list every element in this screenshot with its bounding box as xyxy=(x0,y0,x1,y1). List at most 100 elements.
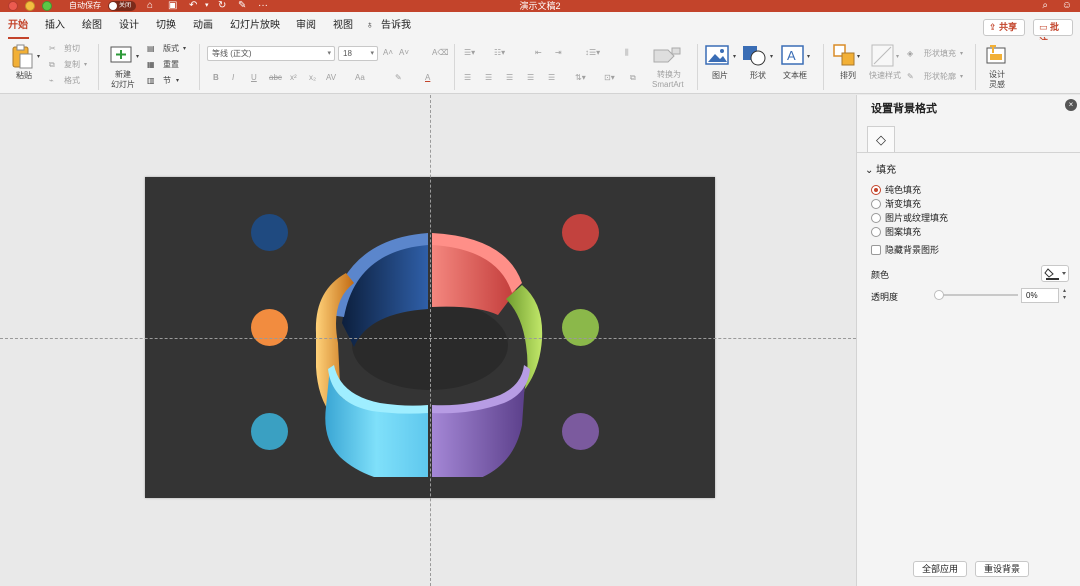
line-spacing-icon[interactable]: ↕☰▾ xyxy=(585,48,600,58)
feedback-icon[interactable]: ☺ xyxy=(1062,0,1072,12)
tab-review[interactable]: 审阅 xyxy=(296,20,316,32)
font-color-icon[interactable]: A xyxy=(425,73,430,83)
copy-button[interactable]: 复制 xyxy=(64,60,80,70)
tab-view[interactable]: 视图 xyxy=(333,20,353,32)
justify-icon[interactable]: ☰ xyxy=(527,73,534,83)
new-slide-dropdown-icon[interactable]: ▾ xyxy=(136,52,139,62)
smartart-label-1[interactable]: 转换为 xyxy=(657,70,681,80)
picture-dropdown-icon[interactable]: ▾ xyxy=(733,52,736,62)
clear-format-icon[interactable]: A⌫ xyxy=(432,48,449,58)
paste-icon[interactable] xyxy=(10,44,34,70)
shape-outline-dropdown-icon[interactable]: ▾ xyxy=(960,72,963,82)
shape-fill-button[interactable]: 形状填充 xyxy=(924,49,956,59)
tab-insert[interactable]: 插入 xyxy=(45,20,65,32)
shape-icon[interactable] xyxy=(742,44,768,66)
dot-orange[interactable] xyxy=(251,309,288,346)
smartart-icon[interactable]: ⧉ xyxy=(630,73,636,83)
change-case-button[interactable]: Aa xyxy=(355,73,365,83)
font-name-select[interactable]: 等线 (正文) ▾ xyxy=(207,46,335,61)
search-icon[interactable]: ⌕ xyxy=(1042,0,1048,12)
bullets-icon[interactable]: ☰▾ xyxy=(464,48,475,58)
transparency-slider[interactable] xyxy=(934,290,1018,300)
dot-navy[interactable] xyxy=(251,214,288,251)
textbox-dropdown-icon[interactable]: ▾ xyxy=(807,52,810,62)
dot-green[interactable] xyxy=(562,309,599,346)
dot-teal[interactable] xyxy=(251,413,288,450)
quick-styles-dropdown-icon[interactable]: ▾ xyxy=(896,52,899,62)
quick-styles-icon[interactable] xyxy=(871,44,895,68)
strikethrough-button[interactable]: abc xyxy=(269,73,282,83)
pattern-fill-radio[interactable] xyxy=(871,227,881,237)
align-left-icon[interactable]: ☰ xyxy=(464,73,471,83)
layout-dropdown-icon[interactable]: ▾ xyxy=(183,44,186,54)
tab-animations[interactable]: 动画 xyxy=(193,20,213,32)
horizontal-guide[interactable] xyxy=(0,338,856,339)
section-dropdown-icon[interactable]: ▾ xyxy=(176,76,179,86)
gradient-fill-label[interactable]: 渐变填充 xyxy=(885,199,921,209)
reset-background-button[interactable]: 重设背景 xyxy=(975,561,1029,577)
solid-fill-radio[interactable] xyxy=(871,185,881,195)
font-size-select[interactable]: 18 ▾ xyxy=(338,46,378,61)
picture-icon[interactable] xyxy=(705,44,731,66)
shape-fill-dropdown-icon[interactable]: ▾ xyxy=(960,49,963,59)
hide-bg-checkbox[interactable] xyxy=(871,245,881,255)
highlight-icon[interactable]: ✎ xyxy=(395,73,402,83)
apply-to-all-button[interactable]: 全部应用 xyxy=(913,561,967,577)
layout-button[interactable]: 版式 xyxy=(163,44,179,54)
convert-smartart-icon[interactable] xyxy=(652,46,682,66)
columns-icon[interactable]: ⫼ xyxy=(625,48,629,58)
tab-transitions[interactable]: 切换 xyxy=(156,20,176,32)
italic-button[interactable]: I xyxy=(232,73,234,83)
transparency-stepper[interactable]: ▴ ▾ xyxy=(1060,288,1069,303)
tab-draw[interactable]: 绘图 xyxy=(82,20,102,32)
align-right-icon[interactable]: ☰ xyxy=(506,73,513,83)
solid-fill-label[interactable]: 纯色填充 xyxy=(885,185,921,195)
tab-slideshow[interactable]: 幻灯片放映 xyxy=(230,20,280,32)
decrease-indent-icon[interactable]: ⇤ xyxy=(535,48,542,58)
picture-fill-label[interactable]: 图片或纹理填充 xyxy=(885,213,948,223)
new-slide-icon[interactable] xyxy=(110,44,134,64)
gradient-fill-radio[interactable] xyxy=(871,199,881,209)
smartart-label-2[interactable]: SmartArt xyxy=(652,80,684,90)
align-center-icon[interactable]: ☰ xyxy=(485,73,492,83)
picture-fill-radio[interactable] xyxy=(871,213,881,223)
section-button[interactable]: 节 xyxy=(163,76,171,86)
align-text-icon[interactable]: ⊡▾ xyxy=(604,73,615,83)
tab-tell-me[interactable]: 告诉我 xyxy=(381,20,411,32)
reset-button[interactable]: 重置 xyxy=(163,60,179,70)
distributed-icon[interactable]: ☰ xyxy=(548,73,555,83)
shrink-font-icon[interactable]: A˅ xyxy=(399,48,409,58)
close-icon[interactable]: × xyxy=(1065,99,1077,111)
subscript-button[interactable]: x₂ xyxy=(309,73,316,83)
tab-home[interactable]: 开始 xyxy=(8,20,28,32)
numbering-icon[interactable]: ☷▾ xyxy=(494,48,505,58)
textbox-icon[interactable]: A xyxy=(781,44,805,66)
color-picker-button[interactable] xyxy=(1041,265,1069,282)
slider-thumb[interactable] xyxy=(934,290,944,300)
designer-icon[interactable] xyxy=(985,44,1009,66)
format-painter-button[interactable]: 格式 xyxy=(64,76,80,86)
fill-section-header[interactable]: ⌄ 填充 xyxy=(865,161,896,176)
grow-font-icon[interactable]: A˄ xyxy=(383,48,393,58)
superscript-button[interactable]: x² xyxy=(290,73,297,83)
increase-indent-icon[interactable]: ⇥ xyxy=(555,48,562,58)
tab-design[interactable]: 设计 xyxy=(119,20,139,32)
char-spacing-icon[interactable]: AV xyxy=(326,73,336,83)
hide-bg-label[interactable]: 隐藏背景图形 xyxy=(885,245,939,255)
arrange-icon[interactable] xyxy=(833,44,857,66)
paste-dropdown-icon[interactable]: ▾ xyxy=(37,52,40,62)
shape-dropdown-icon[interactable]: ▾ xyxy=(770,52,773,62)
copy-dropdown-icon[interactable]: ▾ xyxy=(84,60,87,70)
shape-outline-button[interactable]: 形状轮廓 xyxy=(924,72,956,82)
cut-button[interactable]: 剪切 xyxy=(64,44,80,54)
pattern-fill-label[interactable]: 图案填充 xyxy=(885,227,921,237)
fill-bucket-icon[interactable]: ◇ xyxy=(867,126,895,152)
comment-button[interactable]: ▭ 批注 xyxy=(1033,19,1073,47)
text-direction-icon[interactable]: ⇅▾ xyxy=(575,73,586,83)
share-button[interactable]: ⇪ 共享 xyxy=(983,19,1025,36)
slide-canvas[interactable] xyxy=(0,95,856,586)
dot-red[interactable] xyxy=(562,214,599,251)
bold-button[interactable]: B xyxy=(213,73,219,83)
arrange-dropdown-icon[interactable]: ▾ xyxy=(857,52,860,62)
dot-purple[interactable] xyxy=(562,413,599,450)
